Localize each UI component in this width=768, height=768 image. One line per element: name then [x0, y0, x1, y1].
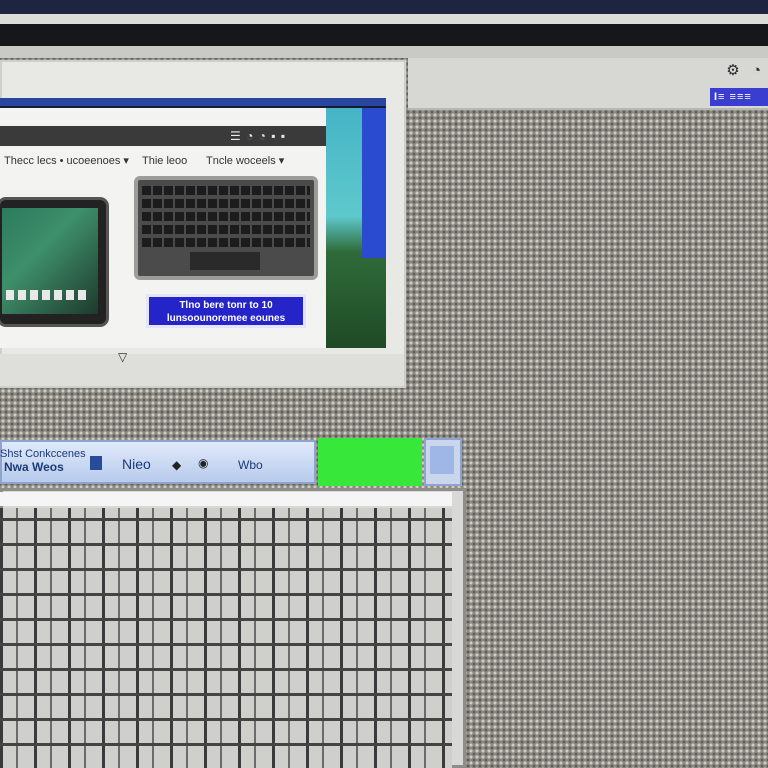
key-row — [142, 199, 310, 208]
screen-title-bar — [0, 98, 386, 106]
app-tile — [66, 290, 74, 300]
monitor-bezel — [0, 24, 768, 46]
app-tile — [18, 290, 26, 300]
status-icon[interactable]: ◔ — [752, 60, 768, 82]
key-row — [142, 225, 310, 234]
green-button[interactable] — [318, 438, 422, 486]
record-icon[interactable]: ◉ — [198, 456, 208, 470]
menu-bar — [0, 46, 768, 58]
window-footer — [0, 354, 404, 386]
nav-link-2[interactable]: Thie leoo — [142, 150, 187, 172]
window-title: Shst Conkccenes — [0, 448, 86, 460]
window-header-strip — [0, 492, 452, 506]
toolbar-button[interactable]: I≡ ≡≡≡ — [710, 88, 768, 106]
window-icon — [430, 446, 454, 474]
app-tile — [54, 290, 62, 300]
app-tile — [78, 290, 86, 300]
shape-icon[interactable]: ◆ — [172, 458, 181, 472]
app-tile — [30, 290, 38, 300]
scrollbar[interactable] — [362, 108, 386, 258]
cta-button[interactable]: Tlno bere tonr to 10 lunsoounoremee eoun… — [146, 294, 306, 328]
key-row — [142, 212, 310, 221]
chevron-down-icon[interactable]: ▽ — [118, 350, 127, 364]
nav-link-1[interactable]: Thecc lecs • ucoeenoes ▾ — [4, 150, 129, 172]
nav-link-3[interactable]: Tncle woceels ▾ — [206, 150, 284, 172]
app-tile — [42, 290, 50, 300]
top-band — [0, 0, 768, 14]
key-row — [142, 238, 310, 247]
top-strip — [0, 14, 768, 24]
window-subtitle: Nwa Weos — [4, 460, 64, 474]
gear-icon[interactable]: ⚙ — [722, 60, 744, 82]
virtual-keyboard[interactable] — [0, 508, 452, 768]
header-icons[interactable]: ☰ ◔ ◔ ▪ ▪ — [230, 126, 286, 146]
app-tile — [6, 290, 14, 300]
document-icon[interactable] — [90, 456, 102, 470]
key-row — [142, 186, 310, 195]
toolbar-label-2[interactable]: Wbo — [238, 458, 263, 472]
toolbar-label[interactable]: Nieo — [122, 456, 151, 472]
trackpad — [190, 252, 260, 270]
